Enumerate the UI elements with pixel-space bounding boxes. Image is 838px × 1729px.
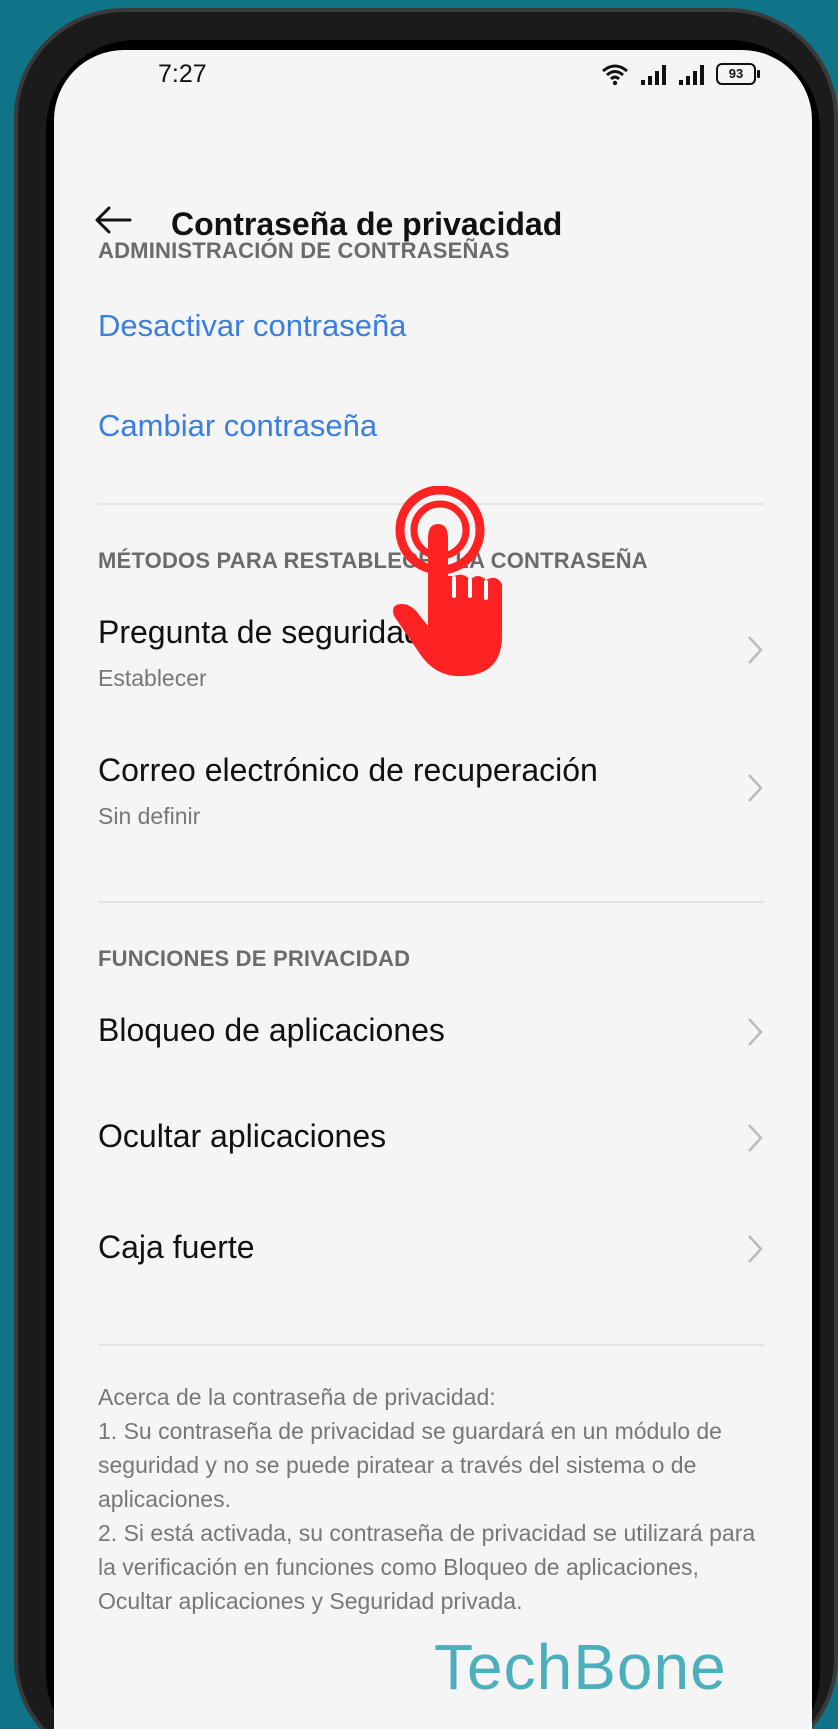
phone-screen: 7:27 93 Contraseña de privacidad ADMINIS… <box>54 50 812 1729</box>
info-heading: Acerca de la contraseña de privacidad: <box>98 1384 496 1410</box>
info-point-1: 1. Su contraseña de privacidad se guarda… <box>98 1418 722 1512</box>
watermark: TechBone <box>434 1631 727 1703</box>
chevron-right-icon <box>748 1018 763 1046</box>
signal-icon <box>641 65 666 85</box>
section-title-privacy: FUNCIONES DE PRIVACIDAD <box>98 946 411 971</box>
vault-item[interactable]: Caja fuerte <box>98 1229 764 1266</box>
status-icons: 93 <box>600 62 760 86</box>
row-title: Caja fuerte <box>98 1229 255 1265</box>
app-lock-item[interactable]: Bloqueo de aplicaciones <box>98 1012 764 1049</box>
row-title: Correo electrónico de recuperación <box>98 752 598 788</box>
row-title: Bloqueo de aplicaciones <box>98 1012 445 1048</box>
row-subtitle: Sin definir <box>98 803 201 829</box>
tap-hand-icon <box>393 486 502 677</box>
signal-icon-2 <box>679 65 704 85</box>
chevron-right-icon <box>748 1235 763 1263</box>
info-point-2: 2. Si está activada, su contraseña de pr… <box>98 1520 756 1614</box>
deactivate-password-link[interactable]: Desactivar contraseña <box>98 308 406 344</box>
section-title-password-admin: ADMINISTRACIÓN DE CONTRASEÑAS <box>98 238 510 263</box>
divider <box>98 901 764 903</box>
back-button[interactable] <box>92 200 134 240</box>
battery-level: 93 <box>728 66 744 81</box>
row-title: Ocultar aplicaciones <box>98 1118 387 1154</box>
hide-apps-item[interactable]: Ocultar aplicaciones <box>98 1118 764 1155</box>
divider <box>98 1344 764 1346</box>
chevron-right-icon <box>748 1124 763 1152</box>
wifi-icon <box>602 64 628 86</box>
chevron-right-icon <box>748 636 763 664</box>
status-bar: 7:27 93 <box>54 50 812 110</box>
change-password-link[interactable]: Cambiar contraseña <box>98 408 377 444</box>
battery-icon: 93 <box>716 63 760 85</box>
recovery-email-item[interactable]: Correo electrónico de recuperación Sin d… <box>98 752 764 830</box>
chevron-right-icon <box>748 774 763 802</box>
privacy-info-text: Acerca de la contraseña de privacidad: 1… <box>98 1380 768 1618</box>
status-time: 7:27 <box>158 60 207 88</box>
back-arrow-icon <box>95 206 132 234</box>
